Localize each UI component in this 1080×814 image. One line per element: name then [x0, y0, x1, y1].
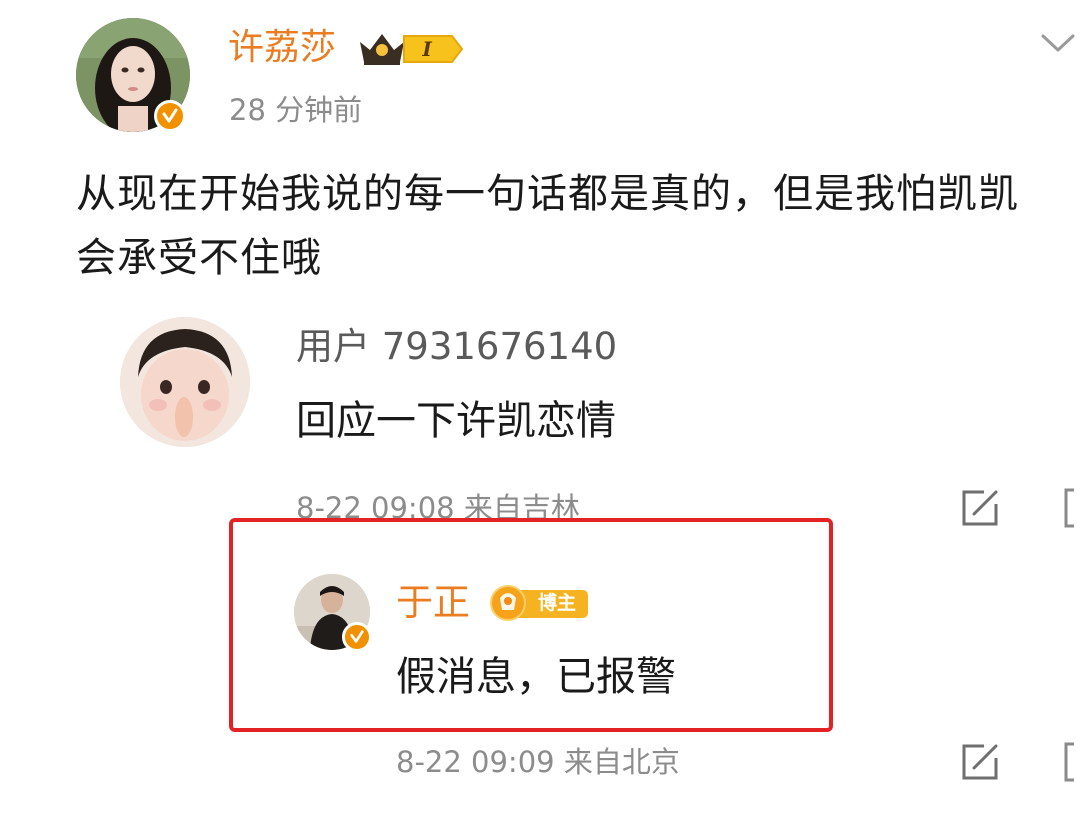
verified-badge-icon: [154, 100, 186, 132]
chevron-down-icon[interactable]: [1040, 32, 1076, 54]
crown-icon: [360, 34, 404, 65]
post-author-name[interactable]: 许荔莎: [228, 24, 336, 72]
post-timestamp: 28 分钟前: [229, 93, 363, 127]
post-body-text: 从现在开始我说的每一句话都是真的，但是我怕凯凯会承受不住哦: [76, 171, 1019, 281]
blogger-badge-icon: 博主: [488, 584, 590, 622]
commenter-avatar[interactable]: [120, 317, 250, 447]
level-text: I: [422, 37, 432, 61]
edit-icon[interactable]: [958, 486, 1002, 530]
overflow-icon: [1064, 488, 1074, 528]
avatar-image: [120, 317, 250, 447]
overflow-icon: [1064, 742, 1074, 782]
verified-badge-icon: [342, 622, 372, 652]
comment-text: 回应一下许凯恋情: [296, 398, 616, 444]
comment-username[interactable]: 用户 7931676140: [296, 322, 617, 372]
user-level-badge: I: [402, 32, 464, 66]
blogger-badge-label: 博主: [537, 592, 576, 614]
reply-meta: 8-22 09:09 来自北京: [396, 745, 680, 779]
edit-icon[interactable]: [958, 740, 1002, 784]
reply-username[interactable]: 于正: [396, 578, 470, 628]
reply-text: 假消息，已报警: [396, 654, 676, 700]
